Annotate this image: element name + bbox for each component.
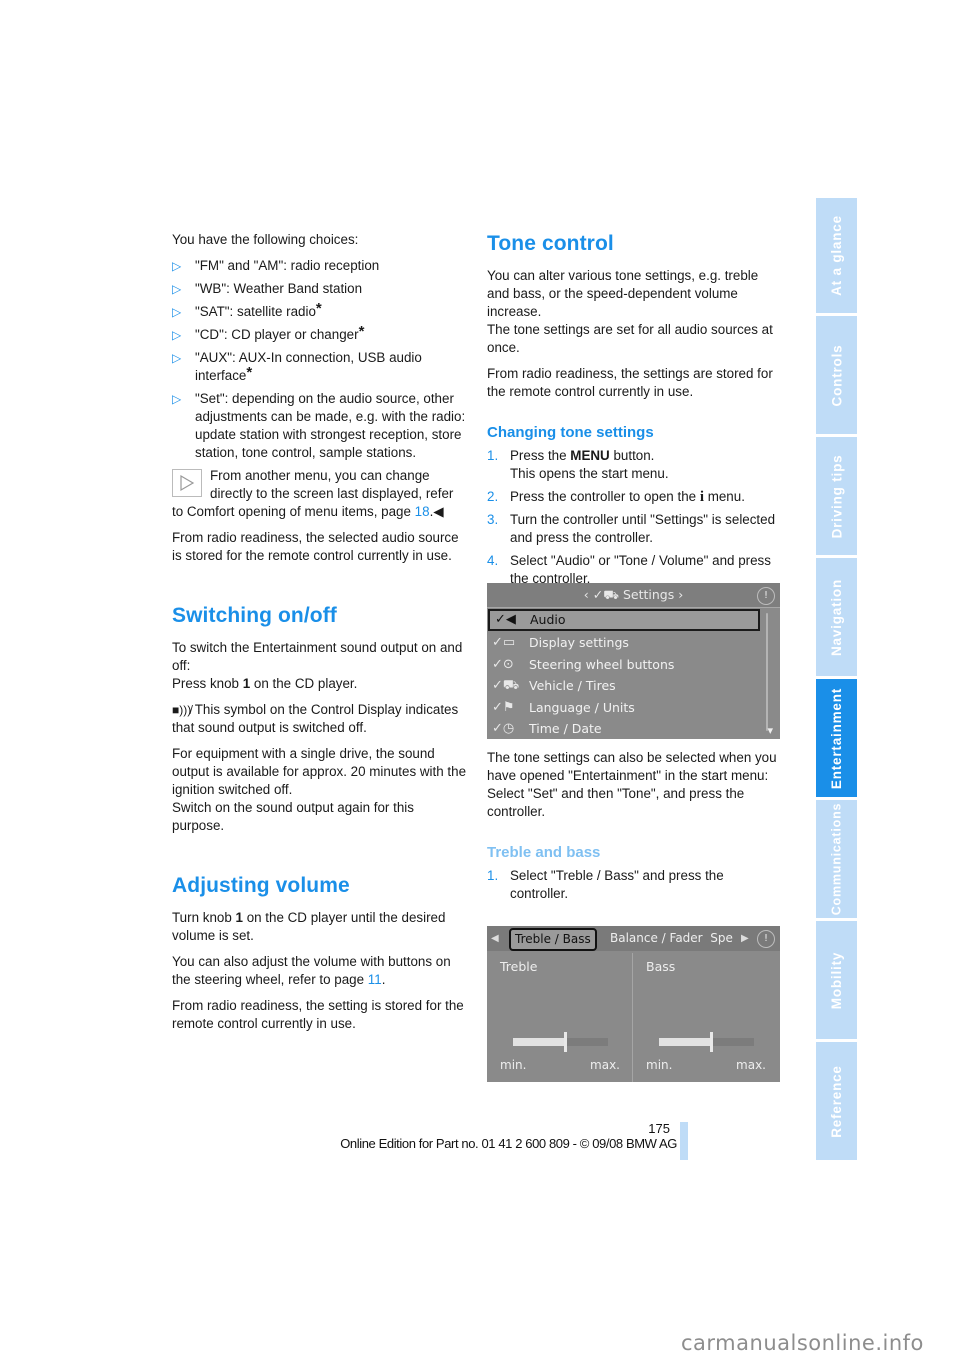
info-scroll-icon: !	[757, 930, 775, 948]
choices-list: ▷ "FM" and "AM": radio reception ▷ "WB": W…	[172, 257, 467, 462]
menu-item-language-units[interactable]: ✓⚑ Language / Units	[487, 697, 780, 719]
menu-item-display-settings[interactable]: ✓▭ Display settings	[487, 632, 780, 654]
bass-pane: Bass min. max.	[646, 959, 766, 1072]
menu-item-steering-wheel[interactable]: ✓⊙ Steering wheel buttons	[487, 654, 780, 676]
steps-list: 1. Press the MENU button. This opens the s…	[487, 447, 782, 588]
note-paragraph: From another menu, you can change direct…	[172, 468, 454, 519]
scrollbar[interactable]	[766, 613, 768, 731]
right-column-lower: The tone settings can also be selected w…	[487, 749, 782, 908]
volume-p3: From radio readiness, the setting is sto…	[172, 998, 464, 1031]
tab-balance-fader[interactable]: Balance / Fader Spe	[610, 926, 733, 951]
tab-right-arrow-icon[interactable]: ▶	[741, 926, 749, 951]
right-column: Tone control You can alter various tone …	[487, 231, 782, 593]
bullet-triangle-icon: ▷	[172, 392, 182, 406]
side-tab-reference[interactable]: Reference	[816, 1042, 857, 1160]
bass-slider-handle[interactable]	[710, 1032, 714, 1052]
step-item: 1. Select "Treble / Bass" and press the c…	[487, 868, 724, 901]
flag-check-icon: ✓⚑	[492, 699, 515, 715]
volume-p2: You can also adjust the volume with butt…	[172, 954, 451, 987]
mute-speaker-icon: ■)))̸	[172, 703, 192, 717]
asterisk-icon: *	[358, 323, 365, 340]
left-column: You have the following choices: ▷ "FM" an…	[172, 231, 467, 1041]
tab-left-arrow-icon[interactable]: ◀	[491, 926, 499, 951]
settings-menu-screenshot: ‹ ✓⛟ Settings › ! ✓◀ Audio ✓▭ Display sett…	[487, 583, 780, 739]
side-tab-driving-tips[interactable]: Driving tips	[816, 437, 857, 555]
volume-p1: Turn knob 1 on the CD player until the d…	[172, 910, 446, 943]
list-item: ▷ "CD": CD player or changer*	[172, 323, 365, 342]
display-check-icon: ✓▭	[492, 635, 516, 650]
page-number: 175	[648, 1121, 670, 1136]
heading-tone-control: Tone control	[487, 232, 614, 255]
list-item: ▷ "FM" and "AM": radio reception	[172, 258, 380, 273]
step-item: 2. Press the controller to open the i men…	[487, 489, 745, 505]
radio-readiness-text: From radio readiness, the selected audio…	[172, 530, 459, 563]
heading-switching: Switching on/off	[172, 604, 337, 627]
side-tab-at-a-glance[interactable]: At a glance	[816, 198, 857, 313]
bullet-triangle-icon: ▷	[172, 282, 182, 296]
side-tab-controls[interactable]: Controls	[816, 316, 857, 434]
bullet-triangle-icon: ▷	[172, 328, 182, 342]
side-tab-navigation[interactable]: Navigation	[816, 558, 857, 676]
menu-item-audio[interactable]: ✓◀ Audio	[488, 609, 760, 631]
asterisk-icon: *	[315, 300, 322, 317]
info-scroll-icon: !	[757, 587, 775, 605]
side-tab-mobility[interactable]: Mobility	[816, 921, 857, 1039]
scroll-down-arrow-icon: ▾	[767, 724, 773, 737]
heading-volume: Adjusting volume	[172, 874, 350, 897]
vehicle-check-icon: ✓⛟	[492, 678, 520, 693]
settings-header: ‹ ✓⛟ Settings ›	[487, 583, 780, 608]
bass-slider[interactable]	[659, 1032, 754, 1052]
bullet-triangle-icon: ▷	[172, 305, 182, 319]
note-play-icon	[172, 469, 202, 497]
list-item: ▷ "SAT": satellite radio*	[172, 300, 322, 319]
asterisk-icon: *	[246, 364, 253, 381]
choices-intro: You have the following choices:	[172, 232, 359, 247]
switching-p3: For equipment with a single drive, the s…	[172, 746, 467, 833]
switching-p2: ■)))̸ This symbol on the Control Display…	[172, 702, 459, 735]
switching-p1: To switch the Entertainment sound output…	[172, 640, 463, 691]
bullet-triangle-icon: ▷	[172, 351, 182, 365]
edition-line: Online Edition for Part no. 01 41 2 600 …	[340, 1136, 677, 1151]
step-item: 1. Press the MENU button. This opens the s…	[487, 448, 669, 481]
treble-slider[interactable]	[513, 1032, 608, 1052]
menu-button-label: MENU	[570, 448, 610, 463]
page-link-18[interactable]: 18	[415, 504, 430, 519]
list-item: ▷ "Set": depending on the audio source, o…	[172, 391, 466, 460]
tone-tabs: ◀ Treble / Bass Balance / Fader Spe ▶ !	[487, 926, 780, 951]
bullet-triangle-icon: ▷	[172, 259, 182, 273]
watermark: carmanualsonline.info	[681, 1331, 924, 1355]
heading-treble-bass: Treble and bass	[487, 844, 601, 861]
treble-pane: Treble min. max.	[487, 953, 633, 1082]
tone-p2: From radio readiness, the settings are s…	[487, 366, 773, 399]
side-tab-entertainment[interactable]: Entertainment	[816, 679, 857, 797]
steering-check-icon: ✓⊙	[492, 656, 514, 672]
footer-bar	[680, 1122, 688, 1160]
page-link-11[interactable]: 11	[368, 972, 382, 987]
side-tab-communications[interactable]: Communications	[816, 800, 857, 918]
step-item: 3. Turn the controller until "Settings" i…	[487, 512, 776, 545]
clock-check-icon: ✓◷	[492, 721, 515, 736]
alt-path-text: The tone settings can also be selected w…	[487, 750, 777, 819]
menu-item-time-date[interactable]: ✓◷ Time / Date	[487, 718, 780, 739]
end-mark: .◀	[429, 504, 444, 519]
list-item: ▷ "AUX": AUX-In connection, USB audio int…	[172, 350, 422, 383]
treble-slider-handle[interactable]	[564, 1032, 568, 1052]
list-item: ▷ "WB": Weather Band station	[172, 281, 363, 296]
tone-p1: You can alter various tone settings, e.g…	[487, 268, 773, 355]
treble-bass-screenshot: ◀ Treble / Bass Balance / Fader Spe ▶ ! …	[487, 926, 780, 1082]
heading-changing-tone: Changing tone settings	[487, 424, 654, 441]
audio-check-icon: ✓◀	[495, 612, 516, 627]
tab-treble-bass[interactable]: Treble / Bass	[509, 928, 597, 951]
menu-item-vehicle-tires[interactable]: ✓⛟ Vehicle / Tires	[487, 675, 780, 697]
vehicle-check-icon: ✓⛟	[592, 587, 619, 602]
